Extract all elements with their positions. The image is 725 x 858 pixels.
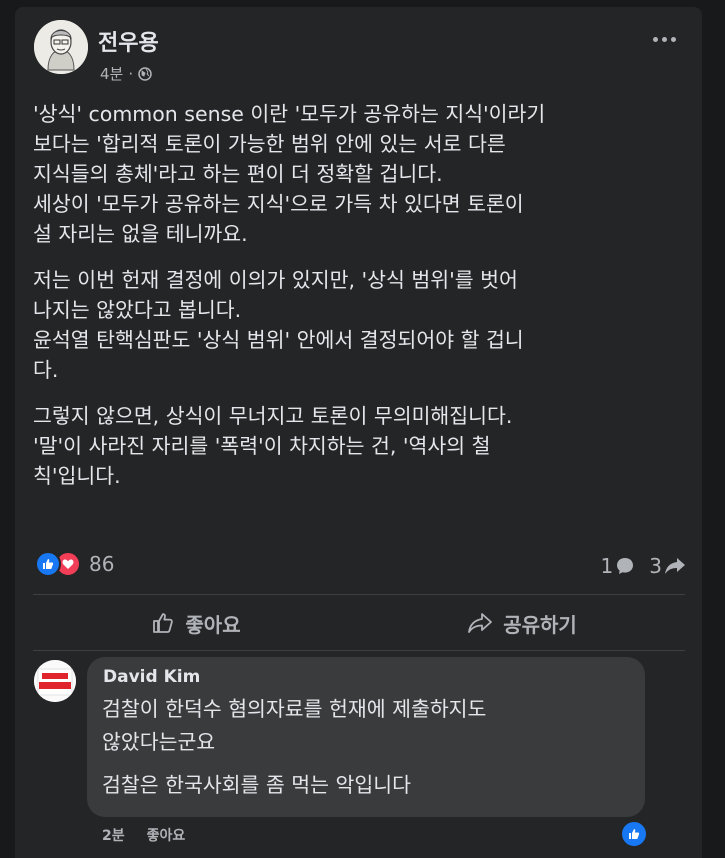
post-card: 전우용 4분 · '상식' common sense 이란 '모두가 공유하는 … xyxy=(15,7,702,858)
reaction-count: 86 xyxy=(89,552,115,576)
share-icon xyxy=(468,613,493,633)
comment-bubble-icon xyxy=(617,558,634,574)
more-options-icon[interactable] xyxy=(653,37,676,42)
author-avatar[interactable] xyxy=(34,20,88,74)
comment-line: 검찰은 한국사회를 좀 먹는 악입니다 xyxy=(102,773,411,797)
share-button-label: 공유하기 xyxy=(503,612,577,637)
divider-bottom xyxy=(33,650,685,651)
protest-sign-icon xyxy=(34,660,76,702)
comment-text: 검찰이 한덕수 혐의자료를 헌재에 제출하지도 않았다는군요 검찰은 한국사회를… xyxy=(102,693,632,812)
post-meta: 4분 · xyxy=(100,63,152,84)
share-count-value: 3 xyxy=(649,554,662,578)
post-paragraph: '상식' common sense 이란 '모두가 공유하는 지식'이라기 보다… xyxy=(33,102,546,246)
like-button[interactable]: 좋아요 xyxy=(33,595,359,651)
comment-meta: 2분 좋아요 xyxy=(102,825,185,845)
commenter-avatar[interactable] xyxy=(34,660,76,702)
like-reaction-icon xyxy=(35,551,61,577)
post-paragraph: 그렇지 않으면, 상식이 무너지고 토론이 무의미해집니다. '말'이 사라진 … xyxy=(33,404,513,488)
share-count[interactable]: 3 xyxy=(649,554,686,578)
comment-line: 검찰이 한덕수 혐의자료를 헌재에 제출하지도 않았다는군요 xyxy=(102,697,487,754)
share-button[interactable]: 공유하기 xyxy=(359,595,685,651)
author-portrait-icon xyxy=(34,20,88,74)
meta-separator: · xyxy=(128,64,134,83)
globe-icon[interactable] xyxy=(138,66,152,81)
commenter-name[interactable]: David Kim xyxy=(103,667,200,687)
post-body: '상식' common sense 이란 '모두가 공유하는 지식'이라기 보다… xyxy=(33,99,693,507)
post-actions: 좋아요 공유하기 xyxy=(33,595,685,651)
comment-like-reaction-icon[interactable] xyxy=(620,820,648,848)
comment-time[interactable]: 2분 xyxy=(102,825,125,845)
post-time[interactable]: 4분 xyxy=(100,63,123,84)
reactions-summary[interactable]: 86 xyxy=(35,551,114,577)
comment-count-value: 1 xyxy=(600,554,614,578)
like-button-label: 좋아요 xyxy=(185,612,241,637)
comment-bubble: David Kim 검찰이 한덕수 혐의자료를 헌재에 제출하지도 않았다는군요… xyxy=(87,657,645,817)
engagement-stats: 1 3 xyxy=(601,554,686,578)
post-paragraph: 저는 이번 헌재 결정에 이의가 있지만, '상식 범위'를 벗어 나지는 않았… xyxy=(33,268,524,382)
author-name[interactable]: 전우용 xyxy=(98,25,159,57)
comment-like-button[interactable]: 좋아요 xyxy=(147,825,186,845)
thumbs-up-icon xyxy=(153,613,174,633)
comment-count[interactable]: 1 xyxy=(601,554,636,578)
share-arrow-icon xyxy=(665,558,685,574)
